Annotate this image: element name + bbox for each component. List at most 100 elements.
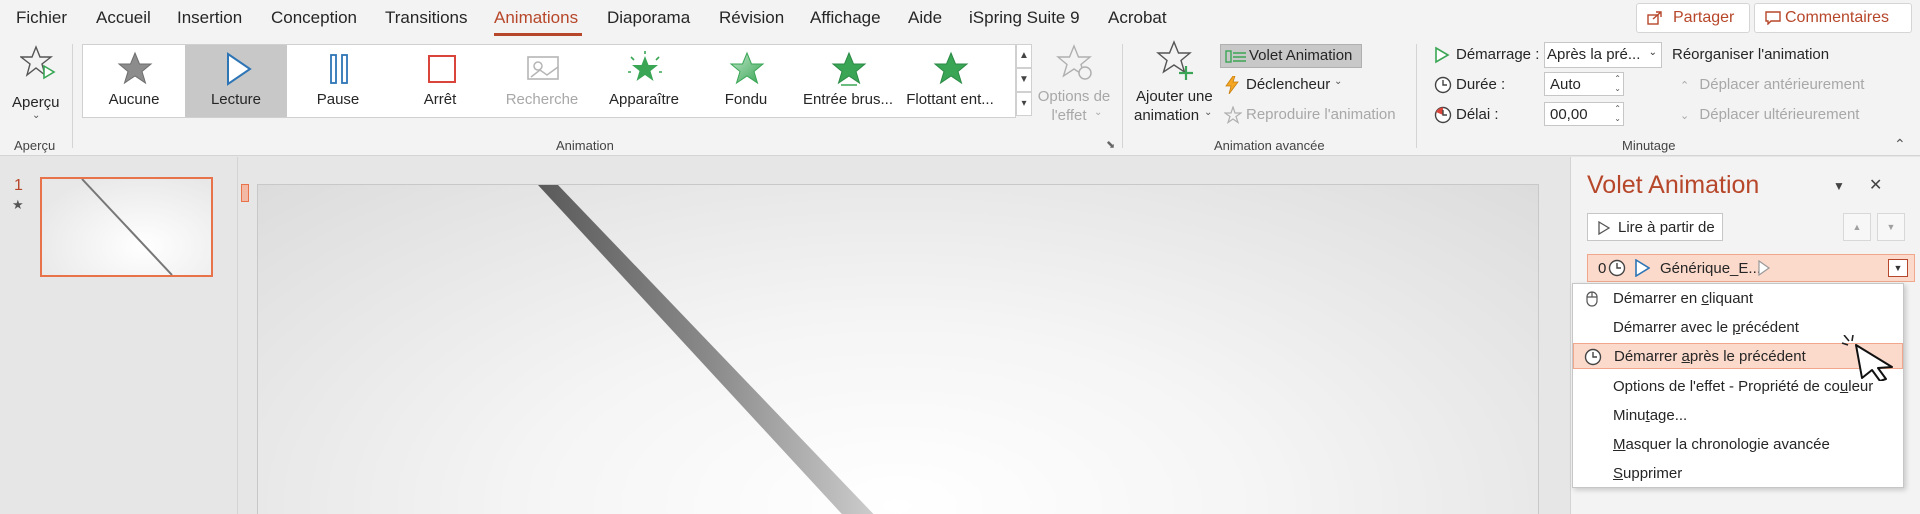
spinner-arrows[interactable]: ⌃ ⌄: [1614, 104, 1621, 124]
tab-accueil[interactable]: Accueil: [96, 8, 151, 28]
preview-button[interactable]: Aperçu ⌄: [8, 44, 64, 124]
dialog-launcher-icon[interactable]: ⬊: [1106, 138, 1115, 151]
start-select-value: Après la pré...: [1547, 46, 1641, 63]
preview-label: Aperçu: [12, 94, 60, 111]
slide-number: 1: [14, 177, 23, 194]
fade-star-icon: [729, 51, 765, 85]
animation-context-menu: Démarrer en cliquant Démarrer avec le pr…: [1572, 283, 1904, 488]
slide-thumbnail[interactable]: [40, 177, 213, 277]
menu-item-text: age...: [1649, 407, 1688, 424]
tab-revision[interactable]: Révision: [719, 8, 784, 28]
collapse-ribbon-icon[interactable]: ⌃: [1894, 136, 1906, 153]
play-icon: [227, 52, 252, 86]
animation-marker[interactable]: [241, 184, 249, 202]
painter-star-icon: [1224, 106, 1242, 124]
play-icon: [1635, 259, 1650, 277]
gallery-item-fondu[interactable]: Fondu: [695, 45, 797, 117]
play-from-button[interactable]: Lire à partir de: [1587, 213, 1723, 241]
animation-pane-label: Volet Animation: [1249, 47, 1353, 64]
tab-transitions[interactable]: Transitions: [385, 8, 468, 28]
pane-options-icon[interactable]: ▼: [1833, 179, 1845, 193]
start-label: Démarrage :: [1456, 46, 1540, 63]
clock-icon: [1608, 259, 1626, 277]
menu-item-text: Minu: [1613, 407, 1646, 424]
animation-gallery: Aucune Lecture Pause Arrêt Recherche App…: [82, 44, 1016, 118]
gallery-scroll-down-button[interactable]: ▼: [1016, 68, 1032, 92]
gray-star-icon: [117, 51, 153, 85]
share-label: Partager: [1673, 9, 1735, 26]
gallery-item-flottant[interactable]: Flottant ent...: [899, 45, 1001, 117]
spinner-arrows[interactable]: ⌃ ⌄: [1614, 74, 1621, 94]
close-icon[interactable]: ✕: [1869, 175, 1882, 195]
gallery-item-arret[interactable]: Arrêt: [389, 45, 491, 117]
move-up-button[interactable]: ▲: [1843, 213, 1871, 241]
menu-item-timing[interactable]: Minutage...: [1573, 403, 1903, 429]
menu-item-text: Démarrer avec le: [1613, 319, 1733, 336]
gallery-item-recherche: Recherche: [491, 45, 593, 117]
tab-ispring[interactable]: iSpring Suite 9: [969, 8, 1080, 28]
gallery-scroll-up-button[interactable]: ▲: [1016, 44, 1032, 68]
menu-item-text: liquant: [1708, 290, 1754, 307]
chevron-up-icon: ⌃: [1680, 80, 1690, 92]
delay-spinner[interactable]: 00,00 ⌃ ⌄: [1544, 102, 1624, 126]
gallery-label: Flottant ent...: [906, 91, 994, 108]
fly-in-star-icon: [831, 51, 867, 86]
menu-item-mnemonic: M: [1613, 436, 1626, 453]
slide-canvas[interactable]: [257, 184, 1539, 514]
gallery-label: Fondu: [724, 91, 768, 108]
menu-item-mnemonic: S: [1613, 465, 1624, 482]
divider: [72, 44, 73, 148]
effect-options-label-2: l'effet: [1051, 107, 1087, 124]
preview-star-icon: [20, 45, 56, 80]
powerpoint-window: Fichier Accueil Insertion Conception Tra…: [0, 0, 1920, 514]
tab-acrobat[interactable]: Acrobat: [1108, 8, 1167, 28]
delay-label: Délai :: [1456, 106, 1499, 123]
gallery-item-lecture[interactable]: Lecture: [185, 45, 287, 117]
ribbon: Aperçu ⌄ Aperçu Aucune Lecture Pause Arr…: [0, 36, 1920, 156]
start-select[interactable]: Après la pré... ⌄: [1544, 42, 1662, 68]
add-animation-icon: [1156, 40, 1193, 80]
tab-insertion[interactable]: Insertion: [177, 8, 242, 28]
animation-pane-button[interactable]: Volet Animation: [1220, 44, 1362, 68]
pause-icon: [330, 54, 348, 84]
play-icon: [1598, 221, 1610, 235]
timeline-marker-icon: [1758, 260, 1770, 276]
chevron-down-icon: ⌄: [1648, 47, 1657, 58]
animation-list-item[interactable]: 0 Générique_E... ▼: [1587, 254, 1915, 282]
gallery-item-pause[interactable]: Pause: [287, 45, 389, 117]
lightning-icon: [1225, 76, 1239, 94]
mouse-cursor-icon: [1841, 335, 1893, 381]
menu-item-mnemonic: a: [1681, 348, 1690, 365]
add-animation-button[interactable]: Ajouter une animation ⌄: [1132, 40, 1218, 130]
comments-button[interactable]: Commentaires: [1754, 3, 1912, 33]
animation-item-dropdown[interactable]: ▼: [1888, 259, 1908, 277]
move-later-label: Déplacer ultérieurement: [1699, 106, 1860, 123]
thumbnail-diagonal-line: [81, 179, 173, 275]
divider: [1122, 44, 1123, 148]
tab-conception[interactable]: Conception: [271, 8, 357, 28]
menu-item-delete[interactable]: Supprimer: [1573, 461, 1903, 487]
painter-label: Reproduire l'animation: [1246, 106, 1396, 123]
move-earlier-button: ⌃ Déplacer antérieurement: [1680, 76, 1864, 93]
menu-item-hide-timeline[interactable]: Masquer la chronologie avancée: [1573, 432, 1903, 458]
gallery-item-apparaitre[interactable]: Apparaître: [593, 45, 695, 117]
tab-aide[interactable]: Aide: [908, 8, 942, 28]
slide-editor: [239, 157, 1570, 514]
menu-item-text: upprimer: [1623, 465, 1683, 482]
duration-spinner[interactable]: Auto ⌃ ⌄: [1544, 72, 1624, 96]
tab-fichier[interactable]: Fichier: [16, 8, 67, 28]
gallery-label: Arrêt: [423, 91, 457, 108]
menu-item-start-on-click[interactable]: Démarrer en cliquant: [1573, 286, 1903, 312]
gallery-item-aucune[interactable]: Aucune: [83, 45, 185, 117]
tab-affichage[interactable]: Affichage: [810, 8, 881, 28]
appear-star-icon: [628, 51, 662, 81]
tab-animations[interactable]: Animations: [494, 8, 578, 28]
add-animation-label-2: animation: [1134, 107, 1200, 124]
gallery-more-button[interactable]: ▾: [1016, 92, 1032, 116]
share-button[interactable]: Partager: [1636, 3, 1750, 33]
tab-diaporama[interactable]: Diaporama: [607, 8, 690, 28]
slide-diagonal-shape: [538, 185, 874, 514]
move-down-button[interactable]: ▼: [1877, 213, 1905, 241]
gallery-item-entree-brusque[interactable]: Entrée brus...: [797, 45, 899, 117]
menu-item-text: Démarrer en: [1613, 290, 1702, 307]
